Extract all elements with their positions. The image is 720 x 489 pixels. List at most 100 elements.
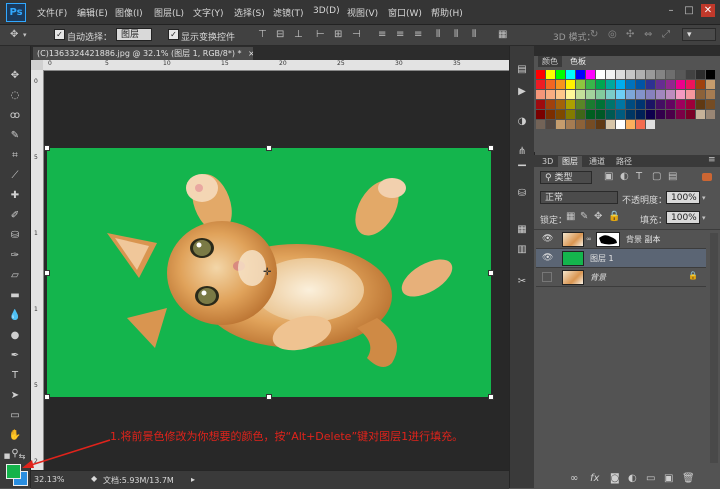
color-swatch[interactable] — [536, 120, 545, 129]
align-vcenter-icon[interactable]: ⊟ — [276, 29, 284, 41]
color-swatch[interactable] — [666, 70, 675, 79]
color-swatch[interactable] — [536, 80, 545, 89]
color-swatch[interactable] — [646, 80, 655, 89]
distribute-hcenter-icon[interactable]: ⫴ — [454, 29, 458, 41]
transform-handle[interactable] — [488, 145, 494, 151]
document-size[interactable]: 文档:5.93M/13.7M — [103, 475, 174, 486]
color-swatch[interactable] — [656, 100, 665, 109]
actions-panel-icon[interactable]: ▶ — [514, 84, 530, 99]
color-swatch[interactable] — [566, 70, 575, 79]
menu-filter[interactable]: 滤镜(T) — [273, 6, 304, 19]
color-swatch[interactable] — [636, 80, 645, 89]
color-swatch[interactable] — [556, 90, 565, 99]
filter-smart-object-icon[interactable]: ▤ — [668, 171, 677, 183]
distribute-vcenter-icon[interactable]: ≡ — [396, 29, 404, 41]
align-top-icon[interactable]: ⊤ — [258, 29, 267, 41]
color-swatch[interactable] — [706, 110, 715, 119]
move-tool-icon[interactable]: ✥ — [10, 29, 18, 41]
align-right-icon[interactable]: ⊣ — [352, 29, 361, 41]
eyedropper-tool-icon[interactable]: ⟋ — [7, 168, 23, 183]
paragraph-panel-icon[interactable]: ▥ — [514, 242, 530, 257]
tab-swatches[interactable]: 色板 — [566, 56, 590, 67]
transform-handle[interactable] — [488, 394, 494, 400]
color-swatch[interactable] — [706, 80, 715, 89]
color-swatch[interactable] — [556, 120, 565, 129]
blur-tool-icon[interactable]: 💧 — [7, 308, 23, 323]
color-swatch[interactable] — [556, 110, 565, 119]
color-swatch[interactable] — [546, 110, 555, 119]
menu-image[interactable]: 图像(I) — [115, 6, 143, 19]
color-swatch[interactable] — [606, 110, 615, 119]
color-swatch[interactable] — [656, 90, 665, 99]
clone-source-icon[interactable]: ⛁ — [514, 186, 530, 201]
color-swatch[interactable] — [706, 100, 715, 109]
layer-row-background[interactable]: 背景 🔒 — [536, 268, 706, 287]
color-swatch[interactable] — [676, 110, 685, 119]
filter-shape-icon[interactable]: ▢ — [652, 171, 661, 183]
color-swatch[interactable] — [636, 110, 645, 119]
layer-row-background-copy[interactable]: 👁 ∞ 背景 副本 — [536, 230, 706, 249]
color-swatch[interactable] — [596, 110, 605, 119]
color-swatch[interactable] — [626, 90, 635, 99]
color-swatch[interactable] — [626, 70, 635, 79]
color-swatch[interactable] — [596, 90, 605, 99]
menu-help[interactable]: 帮助(H) — [431, 6, 463, 19]
color-swatch[interactable] — [596, 70, 605, 79]
color-swatch[interactable] — [586, 100, 595, 109]
color-swatch[interactable] — [576, 110, 585, 119]
crop-tool-icon[interactable]: ⌗ — [7, 148, 23, 163]
color-swatch[interactable] — [676, 70, 685, 79]
vertical-ruler[interactable]: 0 5 1 1 5 2 — [31, 70, 44, 470]
color-swatch[interactable] — [566, 100, 575, 109]
color-swatch[interactable] — [676, 100, 685, 109]
transform-center-icon[interactable]: ✛ — [263, 267, 271, 278]
ruler-origin[interactable] — [31, 60, 43, 70]
transform-handle[interactable] — [44, 270, 50, 276]
auto-align-icon[interactable]: ▦ — [498, 29, 507, 41]
color-swatch[interactable] — [616, 110, 625, 119]
pen-tool-icon[interactable]: ✒ — [7, 348, 23, 363]
menu-edit[interactable]: 编辑(E) — [77, 6, 108, 19]
auto-select-dropdown[interactable]: 图层 — [116, 28, 152, 41]
color-swatch[interactable] — [686, 90, 695, 99]
filter-type-icon[interactable]: T — [636, 171, 642, 183]
adjustments-panel-icon[interactable]: ◑ — [514, 114, 530, 129]
close-document-icon[interactable]: × — [248, 49, 253, 58]
color-swatch[interactable] — [566, 110, 575, 119]
new-group-icon[interactable]: ▭ — [646, 473, 655, 484]
color-swatch[interactable] — [676, 90, 685, 99]
workspace-switcher[interactable]: ▾ — [682, 28, 716, 41]
distribute-right-icon[interactable]: ⫴ — [472, 29, 476, 41]
layer-mask-thumbnail[interactable] — [596, 232, 620, 247]
color-swatch[interactable] — [606, 80, 615, 89]
rotate-3d-icon[interactable]: ↻ — [590, 29, 598, 41]
chevron-down-icon[interactable]: ▾ — [23, 29, 27, 41]
color-swatch[interactable] — [696, 100, 705, 109]
color-swatch[interactable] — [706, 90, 715, 99]
color-swatch[interactable] — [606, 120, 615, 129]
color-swatch[interactable] — [586, 80, 595, 89]
document-canvas[interactable]: ✛ — [44, 145, 494, 400]
transform-handle[interactable] — [266, 394, 272, 400]
new-adjustment-icon[interactable]: ◐ — [628, 473, 637, 484]
color-swatch[interactable] — [566, 120, 575, 129]
auto-select-checkbox[interactable]: ✓ — [54, 29, 65, 40]
color-swatch[interactable] — [576, 90, 585, 99]
history-brush-tool-icon[interactable]: ✑ — [7, 248, 23, 263]
horizontal-ruler[interactable]: 0 5 10 15 20 25 30 35 — [43, 60, 509, 71]
color-swatch[interactable] — [546, 100, 555, 109]
opacity-input[interactable]: 100% — [666, 191, 700, 204]
quick-select-tool-icon[interactable]: ✎ — [7, 128, 23, 143]
color-swatch[interactable] — [696, 80, 705, 89]
color-swatch[interactable] — [686, 110, 695, 119]
color-swatch[interactable] — [606, 70, 615, 79]
color-swatch[interactable] — [626, 110, 635, 119]
tab-layers[interactable]: 图层 — [558, 156, 582, 167]
slide-3d-icon[interactable]: ⇔ — [644, 29, 652, 41]
color-swatch[interactable] — [616, 120, 625, 129]
color-swatch[interactable] — [666, 100, 675, 109]
brush-presets-icon[interactable]: ▔ — [514, 164, 530, 179]
color-swatch[interactable] — [616, 90, 625, 99]
color-swatch[interactable] — [556, 100, 565, 109]
color-swatch[interactable] — [576, 70, 585, 79]
